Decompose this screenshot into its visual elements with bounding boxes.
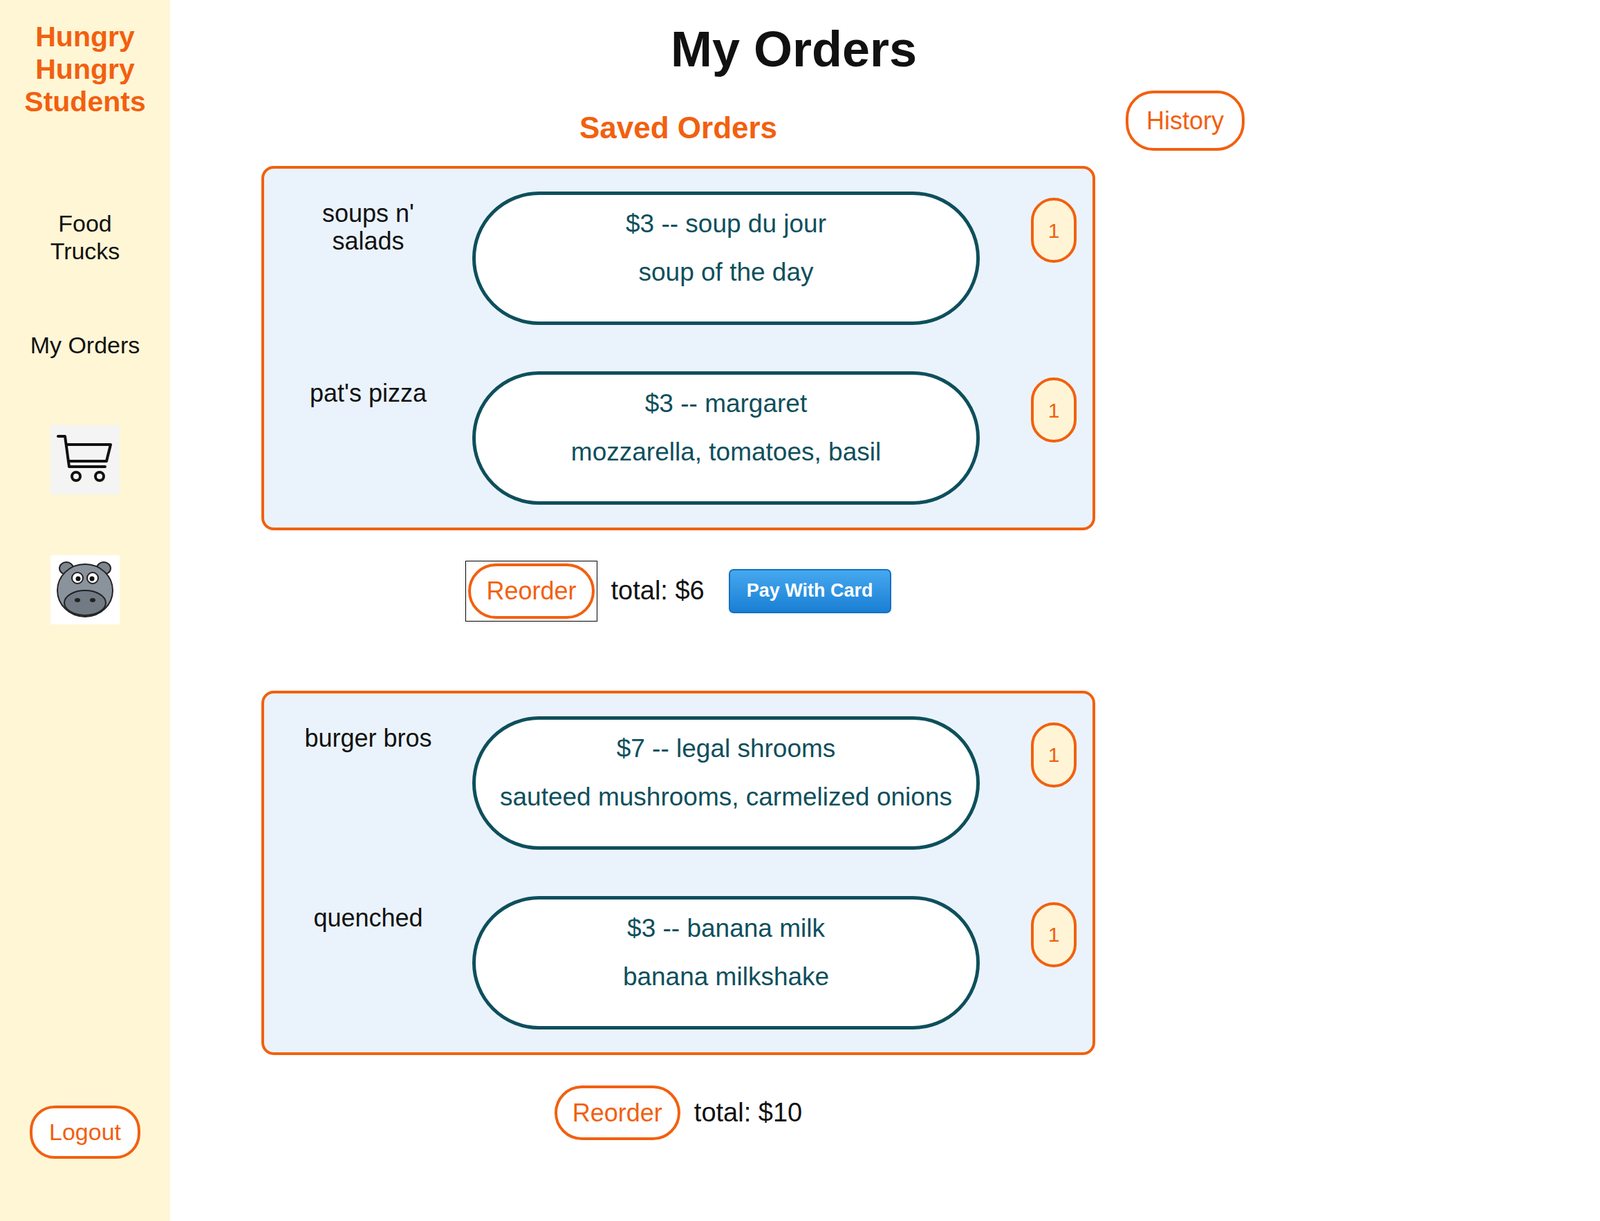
hippo-icon[interactable]	[50, 555, 120, 625]
order-item: burger bros $7 -- legal shrooms sauteed mu…	[264, 716, 1077, 850]
order-total: total: $10	[694, 1093, 803, 1133]
quantity-badge[interactable]: 1	[1030, 722, 1077, 788]
order-item: pat's pizza $3 -- margaret mozzarella, tom…	[264, 371, 1077, 505]
item-description: soup of the day	[485, 258, 967, 287]
reorder-button[interactable]: Reorder	[554, 1085, 681, 1141]
order-total: total: $6	[611, 571, 705, 611]
cart-icon[interactable]	[50, 425, 120, 495]
item-description: banana milkshake	[485, 963, 967, 991]
quantity-badge[interactable]: 1	[1030, 197, 1077, 263]
focus-outline: Reorder	[465, 560, 597, 621]
quantity-badge[interactable]: 1	[1030, 902, 1077, 968]
reorder-button[interactable]: Reorder	[468, 563, 594, 619]
item-title: $3 -- soup du jour	[485, 208, 967, 240]
pay-button[interactable]: Pay With Card	[728, 569, 892, 613]
page-title: My Orders	[261, 19, 1327, 79]
orders-panel: My Orders Saved Orders History soups n' sal…	[261, 19, 1327, 1141]
section-header: Saved Orders History	[261, 89, 1327, 151]
history-button[interactable]: History	[1125, 90, 1245, 151]
order-item: quenched $3 -- banana milk banana milkshak…	[264, 896, 1077, 1030]
app-logo[interactable]: Hungry Hungry Students	[24, 20, 146, 119]
item-title: $3 -- banana milk	[485, 913, 967, 944]
logout-button[interactable]: Logout	[29, 1105, 141, 1159]
sidebar-item[interactable]: My Orders	[30, 331, 141, 359]
item-description: mozzarella, tomatoes, basil	[485, 438, 967, 467]
item-title: $3 -- margaret	[485, 388, 967, 420]
order-footer: Reorder total: $10	[261, 1085, 1096, 1141]
item-title: $7 -- legal shrooms	[485, 733, 967, 765]
menu-item[interactable]: $3 -- soup du jour soup of the day	[472, 191, 980, 325]
menu-item[interactable]: $7 -- legal shrooms sauteed mushrooms, ca…	[472, 716, 980, 850]
main-content: My Orders Saved Orders History soups n' sal…	[170, 0, 1600, 1221]
sidebar: Hungry Hungry Students Food Trucks My Orde…	[0, 0, 171, 1221]
section-title: Saved Orders	[261, 89, 1096, 151]
order-footer: Reorder total: $6 Pay With Card	[261, 560, 1096, 621]
sidebar-item[interactable]: Food Trucks	[24, 209, 146, 265]
item-description: sauteed mushrooms, carmelized onions	[485, 783, 967, 812]
menu-item[interactable]: $3 -- margaret mozzarella, tomatoes, basi…	[472, 371, 980, 505]
truck-name: quenched	[264, 896, 473, 933]
app-shell: Hungry Hungry Students Food Trucks My Orde…	[0, 0, 1600, 1221]
quantity-badge[interactable]: 1	[1030, 377, 1077, 443]
truck-name: burger bros	[264, 716, 473, 753]
menu-item[interactable]: $3 -- banana milk banana milkshake	[472, 896, 980, 1030]
truck-name: soups n' salads	[264, 191, 473, 256]
order-item: soups n' salads $3 -- soup du jour soup of…	[264, 191, 1077, 325]
truck-name: pat's pizza	[264, 371, 473, 408]
order-card: soups n' salads $3 -- soup du jour soup of…	[261, 165, 1096, 531]
order-card: burger bros $7 -- legal shrooms sauteed mu…	[261, 690, 1096, 1056]
